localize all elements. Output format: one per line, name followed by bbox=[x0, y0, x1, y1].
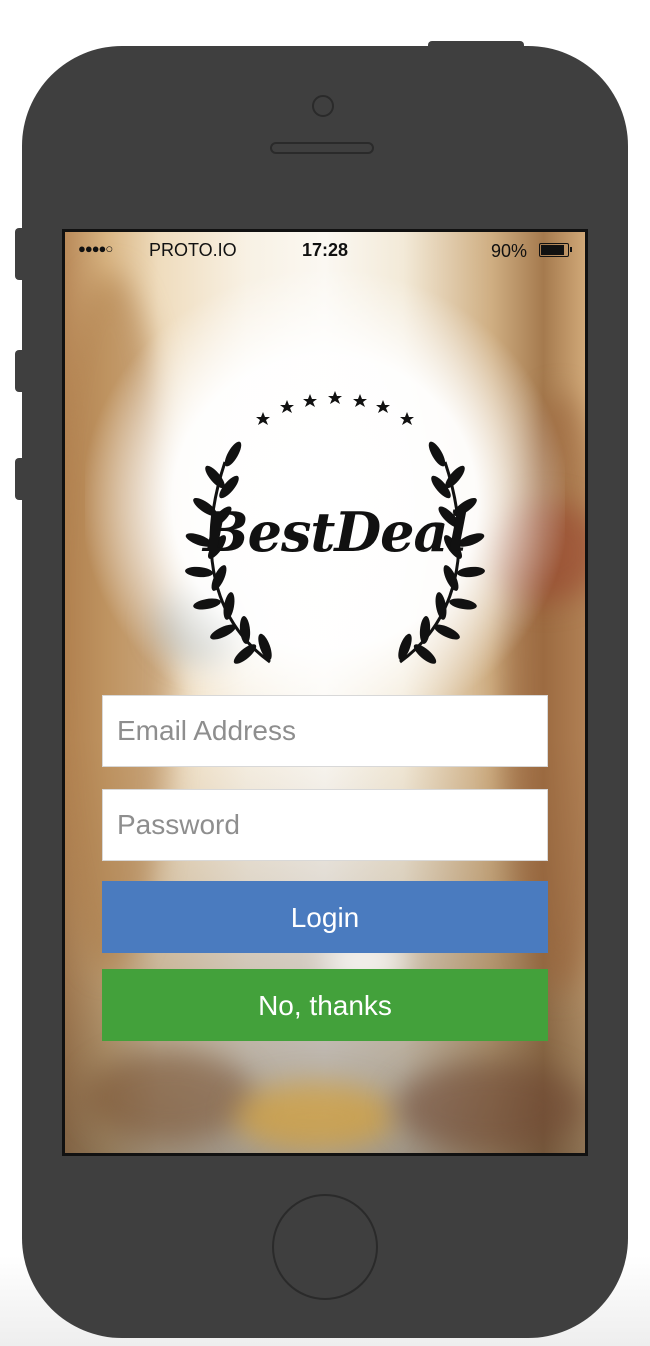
bestdeal-logo: BestDeal bbox=[175, 382, 495, 672]
app-screen: ●●●●○ PROTO.IO 17:28 90% BestDeal Email … bbox=[62, 229, 588, 1156]
battery-icon bbox=[539, 243, 572, 257]
password-field[interactable] bbox=[102, 789, 548, 861]
home-button[interactable] bbox=[272, 1194, 378, 1300]
status-bar: ●●●●○ PROTO.IO 17:28 90% bbox=[65, 232, 585, 268]
star-icon bbox=[400, 412, 414, 425]
star-icon bbox=[280, 400, 294, 413]
no-thanks-button[interactable]: No, thanks bbox=[102, 969, 548, 1041]
front-camera-icon bbox=[312, 95, 334, 117]
login-button[interactable]: Login bbox=[102, 881, 548, 953]
battery-percentage: 90% bbox=[490, 241, 527, 261]
star-icon bbox=[328, 391, 342, 404]
star-icon bbox=[353, 394, 367, 407]
star-icon bbox=[256, 412, 270, 425]
email-field[interactable] bbox=[102, 695, 548, 767]
logo-text: BestDeal bbox=[202, 500, 468, 564]
star-icon bbox=[303, 394, 317, 407]
earpiece-speaker bbox=[270, 142, 374, 154]
star-icon bbox=[376, 400, 390, 413]
